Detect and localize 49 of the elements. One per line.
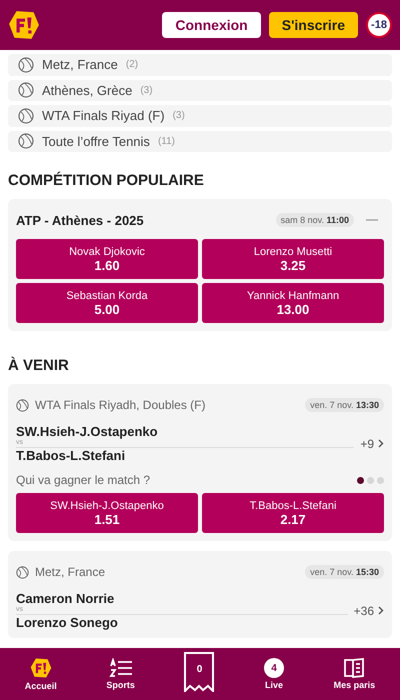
date-tag: ven. 7 nov. 13:30 [305, 398, 384, 412]
login-button[interactable]: Connexion [162, 12, 261, 38]
sports-nav-item[interactable]: Sports [106, 658, 135, 690]
team-name: Lorenzo Sonego [16, 615, 119, 630]
logo [8, 9, 40, 41]
tennis-ball-icon [18, 108, 34, 124]
tournament-item[interactable]: Toute l’offre Tennis (11) [8, 130, 392, 152]
team-name: T.Babos-L.Stefani [16, 448, 126, 463]
carousel-dot[interactable] [367, 476, 374, 484]
tennis-ball-icon [16, 566, 29, 578]
team-name: Cameron Norrie [16, 591, 116, 606]
chevron-right-icon [378, 606, 384, 615]
tennis-ball-icon [18, 82, 34, 98]
home-nav-item[interactable]: Accueil [24, 657, 57, 691]
age-limit-badge: -18 [366, 12, 392, 38]
tournament-name: Metz, France [35, 565, 106, 579]
date-tag: ven. 7 nov. 15:30 [305, 565, 384, 579]
tennis-ball-icon [18, 56, 34, 73]
tournament-item[interactable]: WTA Finals Riyad (F) (3) [8, 105, 392, 126]
odds-button[interactable]: SW.Hsieh-J.Ostapenko 1.51 [16, 493, 198, 533]
logo-icon [30, 657, 52, 679]
bet-slip-button[interactable]: 0 [184, 652, 214, 692]
section-title: COMPÉTITION POPULAIRE [8, 172, 205, 189]
more-markets-link[interactable]: +9 [360, 436, 384, 450]
market-question: Qui va gagner le match ? [16, 473, 152, 487]
tournament-item[interactable]: Metz, France (2) [8, 54, 392, 76]
odds-button[interactable]: Yannick Hanfmann 13.00 [202, 283, 384, 323]
odds-button[interactable]: Novak Djokovic 1.60 [16, 239, 198, 279]
book-icon [343, 658, 366, 678]
live-nav-item[interactable]: 4 Live [264, 658, 284, 690]
team-name: SW.Hsieh-J.Ostapenko [16, 424, 159, 439]
odds-button[interactable]: Lorenzo Musetti 3.25 [202, 239, 384, 279]
section-title: À VENIR [8, 357, 70, 374]
odds-button[interactable]: Sebastian Korda 5.00 [16, 283, 198, 323]
tournament-name: WTA Finals Riyadh, Doubles (F) [35, 398, 206, 412]
carousel-dot[interactable] [357, 476, 364, 484]
more-markets-link[interactable]: +36 [354, 604, 384, 618]
tennis-ball-icon [18, 133, 34, 150]
signup-button[interactable]: S'inscrire [268, 12, 358, 38]
odds-button[interactable]: T.Babos-L.Stefani 2.17 [202, 493, 384, 533]
tournament-item[interactable]: Athènes, Grèce (3) [8, 80, 392, 101]
carousel-dot[interactable] [377, 476, 384, 484]
chevron-right-icon [378, 439, 384, 448]
competition-title: ATP - Athènes - 2025 [16, 212, 145, 228]
date-tag: sam 8 nov. 11:00 [276, 213, 354, 227]
sort-list-icon [108, 658, 133, 678]
tennis-ball-icon [16, 398, 29, 412]
live-count-badge: 4 [264, 658, 284, 678]
my-bets-nav-item[interactable]: Mes paris [334, 658, 376, 690]
